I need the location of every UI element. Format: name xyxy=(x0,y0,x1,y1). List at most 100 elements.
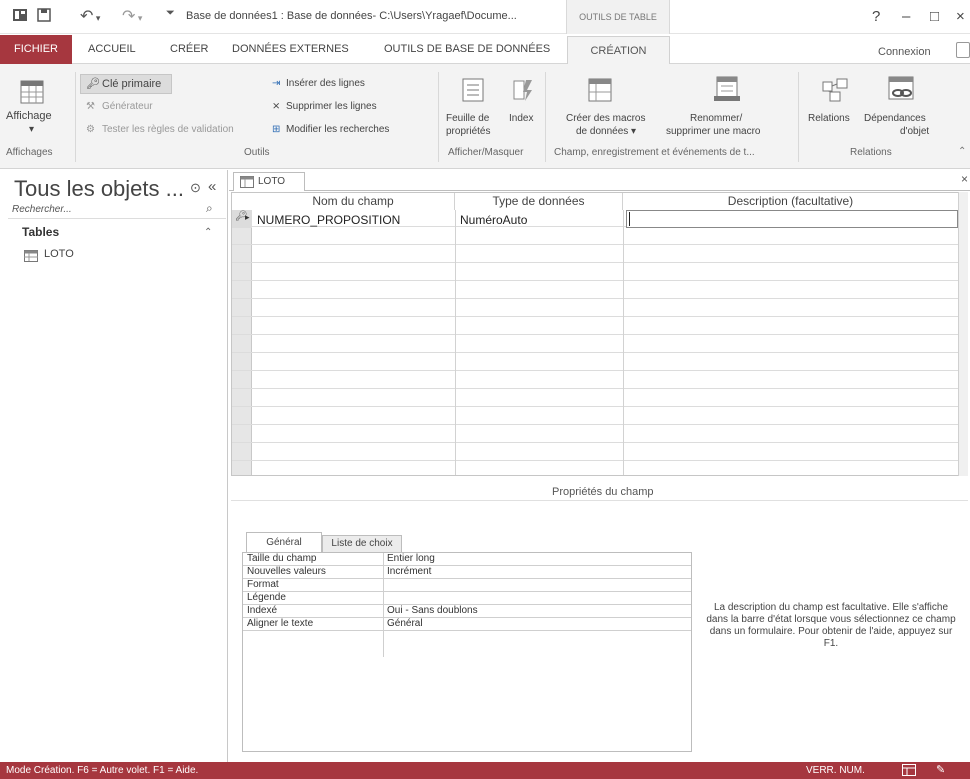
property-value[interactable]: Incrément xyxy=(387,566,431,578)
design-view-toggle-icon[interactable]: ✎ xyxy=(936,762,945,779)
property-row[interactable]: Indexé Oui - Sans doublons xyxy=(243,605,691,618)
customize-qat-icon[interactable]: ⏷ xyxy=(166,7,175,20)
tab-outils-bdd[interactable]: OUTILS DE BASE DE DONNÉES xyxy=(384,35,550,64)
tester-regles-button[interactable]: Tester les règles de validation xyxy=(102,124,234,135)
connexion-link[interactable]: Connexion xyxy=(878,46,931,58)
tab-creer[interactable]: CRÉER xyxy=(170,35,209,64)
tab-fichier[interactable]: FICHIER xyxy=(0,35,72,64)
column-header-description[interactable]: Description (facultative) xyxy=(623,193,958,210)
table-row[interactable] xyxy=(232,300,967,317)
redo-icon[interactable]: ↷ ▾ xyxy=(122,6,142,26)
property-label: Taille du champ xyxy=(247,553,317,564)
inserer-lignes-button[interactable]: Insérer des lignes xyxy=(286,78,365,89)
table-row[interactable] xyxy=(232,246,967,263)
table-row[interactable] xyxy=(232,228,967,245)
current-row-arrow-icon: ▸ xyxy=(245,212,250,222)
supprimer-lignes-button[interactable]: Supprimer les lignes xyxy=(286,101,377,112)
renommer-macro-label2: supprimer une macro xyxy=(666,126,761,137)
property-row[interactable]: Taille du champ Entier long xyxy=(243,553,691,566)
undo-icon[interactable]: ↶ ▾ xyxy=(80,6,100,26)
affichage-button[interactable]: Affichage xyxy=(6,110,52,122)
tab-accueil[interactable]: ACCUEIL xyxy=(88,35,136,64)
column-divider xyxy=(455,193,456,475)
account-icon[interactable] xyxy=(956,42,970,58)
grid-vertical-scrollbar[interactable] xyxy=(958,192,968,476)
tab-liste-de-choix[interactable]: Liste de choix xyxy=(322,535,402,552)
feuille-proprietes-label2: propriétés xyxy=(446,126,491,137)
group-champ-evenements: Champ, enregistrement et événements de t… xyxy=(554,147,755,158)
property-sheet-icon xyxy=(462,78,484,107)
lookup-icon: ⊞ xyxy=(272,124,281,135)
column-header-type[interactable]: Type de données xyxy=(455,193,623,210)
index-button[interactable]: Index xyxy=(509,113,533,124)
field-type-cell[interactable]: NuméroAuto xyxy=(460,213,527,227)
window-title: Base de données1 : Base de données- C:\U… xyxy=(186,10,517,22)
contextual-tab-group: OUTILS DE TABLE xyxy=(566,0,670,34)
restore-button[interactable]: □ xyxy=(930,8,939,25)
column-header-nom[interactable]: Nom du champ xyxy=(252,193,455,210)
property-value[interactable]: Général xyxy=(387,618,423,630)
nav-dropdown-icon[interactable]: ⊙ xyxy=(190,180,201,196)
dependances-objet-button[interactable]: Dépendances xyxy=(864,113,926,124)
renommer-macro-button[interactable]: Renommer/ xyxy=(690,113,742,124)
close-document-icon[interactable]: × xyxy=(961,172,968,186)
tab-donnees-externes[interactable]: DONNÉES EXTERNES xyxy=(232,35,349,64)
nav-pane-title[interactable]: Tous les objets ... xyxy=(14,176,184,202)
document-tab-loto[interactable]: LOTO xyxy=(233,172,305,191)
cle-primaire-button[interactable]: Clé primaire xyxy=(102,78,161,90)
field-name-cell[interactable]: NUMERO_PROPOSITION xyxy=(257,213,400,227)
table-row[interactable] xyxy=(232,408,967,425)
creer-macros-button[interactable]: Créer des macros xyxy=(566,113,645,124)
modifier-recherches-button[interactable]: Modifier les recherches xyxy=(286,124,389,135)
table-row[interactable] xyxy=(232,282,967,299)
table-icon xyxy=(24,249,38,267)
datasheet-view-icon xyxy=(20,80,44,109)
feuille-proprietes-button[interactable]: Feuille de xyxy=(446,113,489,124)
help-button[interactable]: ? xyxy=(872,8,880,25)
table-row[interactable] xyxy=(232,444,967,461)
minimize-button[interactable]: – xyxy=(902,8,910,25)
search-icon[interactable]: ⌕ xyxy=(206,201,213,216)
tables-section-header[interactable]: Tables xyxy=(22,225,59,239)
dependances-objet-label2: d'objet xyxy=(900,126,930,137)
property-value[interactable]: Entier long xyxy=(387,553,435,565)
group-separator xyxy=(798,72,799,162)
access-logo-icon xyxy=(12,7,28,27)
property-row[interactable]: Légende xyxy=(243,592,691,605)
tab-general[interactable]: Général xyxy=(246,532,322,552)
property-value[interactable]: Oui - Sans doublons xyxy=(387,605,478,617)
property-label: Légende xyxy=(247,592,286,603)
generator-icon: ⚒ xyxy=(86,101,95,112)
table-row[interactable] xyxy=(232,426,967,443)
collapse-pane-icon[interactable]: « xyxy=(208,178,216,195)
datasheet-view-toggle-icon[interactable] xyxy=(902,764,916,779)
close-button[interactable]: × xyxy=(956,8,965,25)
property-label: Indexé xyxy=(247,605,278,616)
table-row[interactable] xyxy=(232,390,967,407)
property-row[interactable]: Format xyxy=(243,579,691,592)
relations-button[interactable]: Relations xyxy=(808,113,850,124)
collapse-ribbon-icon[interactable]: ⌃ xyxy=(958,146,966,157)
collapse-section-icon[interactable]: ⌃ xyxy=(204,227,212,238)
group-separator xyxy=(75,72,76,162)
group-separator xyxy=(545,72,546,162)
creer-macros-dropdown[interactable]: de données ▾ xyxy=(576,126,636,137)
field-description-input[interactable] xyxy=(626,210,958,228)
table-row[interactable] xyxy=(232,336,967,353)
table-row[interactable] xyxy=(232,264,967,281)
table-row[interactable] xyxy=(232,354,967,371)
property-row[interactable]: Aligner le texte Général xyxy=(243,618,691,631)
access-window: ↶ ▾ ↷ ▾ ⏷ Base de données1 : Base de don… xyxy=(0,0,970,779)
affichage-dropdown-icon[interactable]: ▾ xyxy=(29,124,34,135)
relations-icon xyxy=(822,78,848,107)
tab-creation[interactable]: CRÉATION xyxy=(567,36,670,65)
rename-macro-icon xyxy=(714,76,740,107)
key-icon: 🔑︎ xyxy=(86,78,100,90)
nav-item-loto[interactable]: LOTO xyxy=(44,248,74,260)
nav-search-input[interactable]: Rechercher... xyxy=(8,200,226,219)
property-row[interactable]: Nouvelles valeurs Incrément xyxy=(243,566,691,579)
table-row[interactable] xyxy=(232,318,967,335)
save-icon[interactable] xyxy=(36,7,52,27)
table-row[interactable] xyxy=(232,372,967,389)
generateur-button[interactable]: Générateur xyxy=(102,101,153,112)
